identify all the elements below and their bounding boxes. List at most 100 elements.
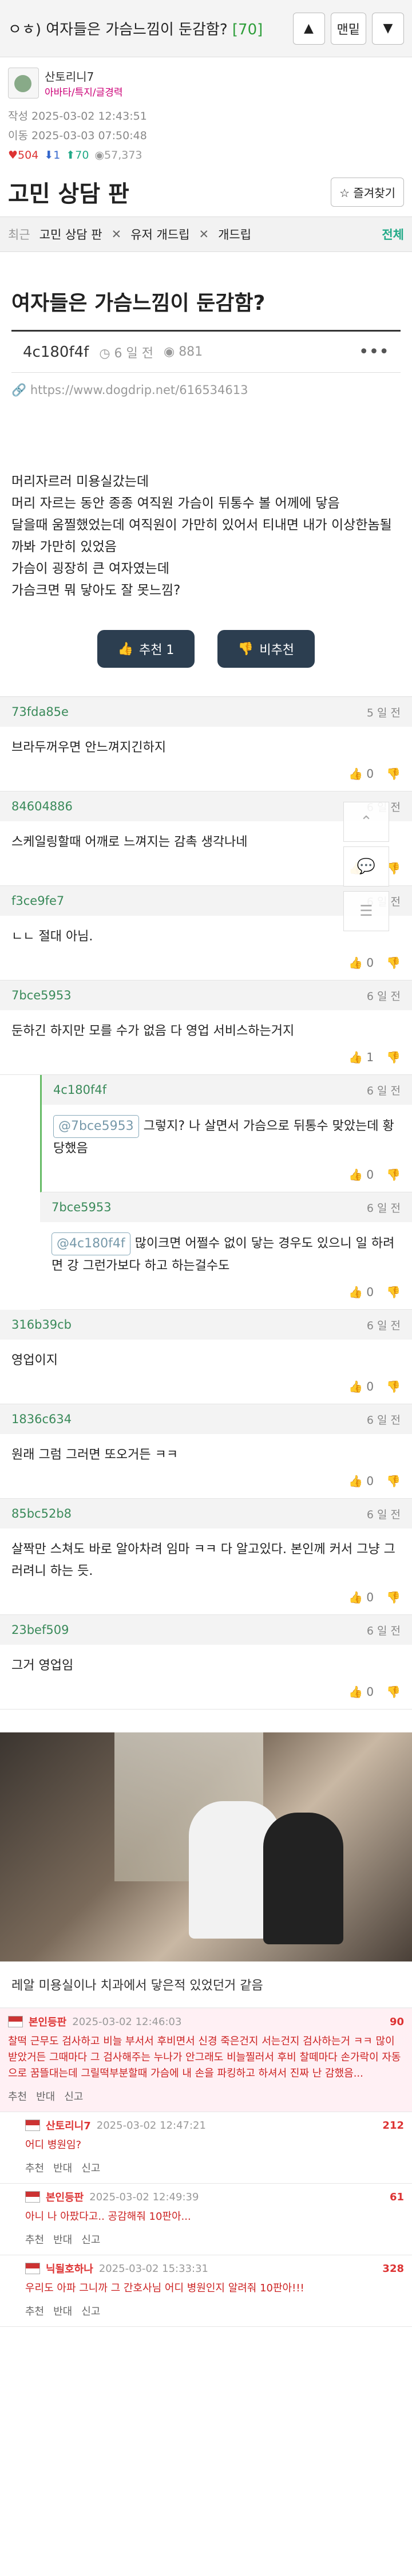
- comment-text: 그거 영업임: [11, 1659, 74, 1673]
- ext-down-button[interactable]: 반대: [53, 2303, 72, 2318]
- thumbs-down-icon[interactable]: 👎: [386, 1168, 401, 1181]
- ext-user[interactable]: 본인등판: [29, 2014, 66, 2029]
- post-time: ◷ 6 일 전: [99, 346, 153, 361]
- ext-report-button[interactable]: 신고: [81, 2160, 100, 2175]
- post-info: 4c180f4f ◷ 6 일 전 ◉ 881 •••: [11, 332, 401, 373]
- crumb-item[interactable]: 유저 개드립: [130, 226, 189, 243]
- comment-text: @7bce5953 그렇지? 나 살면서 가슴으로 뒤통수 맞았는데 황당했음: [42, 1105, 412, 1163]
- thumbs-down-icon: 👎: [237, 641, 254, 656]
- ext-down-button[interactable]: 반대: [36, 2089, 55, 2104]
- mention-tag[interactable]: @7bce5953: [53, 1115, 139, 1138]
- comment-date: 5 일 전: [366, 706, 401, 719]
- comment: 4c180f4f 6 일 전 @7bce5953 그렇지? 나 살면서 가슴으로 뒤통…: [40, 1075, 412, 1192]
- upvote-button[interactable]: 👍 추천 1: [97, 630, 195, 668]
- comment-upvote[interactable]: 👍 0: [348, 767, 374, 781]
- thumbs-down-icon[interactable]: 👎: [386, 1590, 401, 1604]
- author-name[interactable]: 산토리니7: [45, 68, 123, 84]
- bottom-button[interactable]: 맨밑: [330, 12, 366, 45]
- ext-actions: 추천 반대 신고: [25, 2301, 404, 2321]
- ext-comment-header: 닉될호하나 2025-03-02 15:33:31 328: [25, 2261, 404, 2276]
- comment-text: 원래 그럼 그러면 또오거든 ㅋㅋ: [11, 1448, 179, 1462]
- comment-upvote[interactable]: 👍 0: [348, 1590, 374, 1604]
- favorite-button[interactable]: ☆ 즐겨찾기: [331, 177, 404, 207]
- thumbs-down-icon[interactable]: 👎: [386, 1285, 401, 1299]
- crumb-item[interactable]: 고민 상담 판: [39, 226, 102, 243]
- comment-upvote[interactable]: 👍 0: [348, 1380, 374, 1393]
- comment-user[interactable]: 7bce5953: [52, 1200, 112, 1214]
- thumbs-down-icon[interactable]: 👎: [386, 1685, 401, 1699]
- downvote-button[interactable]: 👎 비추천: [217, 630, 315, 668]
- post-title: 여자들은 가슴느낌이 둔감함?: [11, 286, 401, 332]
- comment-header: 85bc52b8 6 일 전: [0, 1499, 412, 1529]
- crumb-item[interactable]: 개드립: [218, 226, 251, 243]
- ext-down-button[interactable]: 반대: [53, 2232, 72, 2247]
- comment-user[interactable]: 316b39cb: [11, 1318, 72, 1332]
- ext-text: 우리도 아파 그니까 그 간호사님 어디 병원인지 알려줘 10판아!!!: [25, 2282, 304, 2294]
- all-boards-link[interactable]: 전체: [382, 226, 404, 243]
- recent-boards: 최근 고민 상담 판 ✕ 유저 개드립 ✕ 개드립 전체: [0, 216, 412, 252]
- ext-up-button[interactable]: 추천: [25, 2160, 44, 2175]
- comment-upvote[interactable]: 👍 0: [348, 956, 374, 970]
- thumbs-down-icon[interactable]: 👎: [386, 956, 401, 970]
- close-icon[interactable]: ✕: [112, 227, 122, 241]
- ext-down-button[interactable]: 반대: [53, 2160, 72, 2175]
- comment-actions: 👍 0 👎: [0, 1375, 412, 1404]
- flag-icon: [8, 2016, 23, 2027]
- ext-text: 어디 병원임?: [25, 2139, 82, 2151]
- avatar[interactable]: [8, 68, 39, 99]
- ext-user[interactable]: 닉될호하나: [46, 2261, 93, 2276]
- list-icon[interactable]: ☰: [343, 891, 389, 931]
- comment-user[interactable]: 85bc52b8: [11, 1507, 72, 1521]
- body-line: 머리 자르는 동안 종종 여직원 가슴이 뒤통수 볼 어께에 닿음: [11, 496, 340, 511]
- comment-user[interactable]: 4c180f4f: [53, 1083, 106, 1097]
- ext-user[interactable]: 본인등판: [46, 2189, 84, 2204]
- board-title[interactable]: 고민 상담 판: [8, 175, 129, 208]
- comment: 73fda85e 5 일 전브라두꺼우면 안느껴지긴하지 👍 0 👎: [0, 697, 412, 791]
- ext-up-button[interactable]: 추천: [25, 2303, 44, 2318]
- ext-report-button[interactable]: 신고: [81, 2303, 100, 2318]
- comment-user[interactable]: 23bef509: [11, 1623, 69, 1637]
- comment-upvote[interactable]: 👍 0: [348, 1474, 374, 1488]
- body-line: 머리자르러 미용실갔는데: [11, 474, 149, 489]
- ext-user[interactable]: 산토리니7: [46, 2118, 91, 2133]
- comment-user[interactable]: f3ce9fe7: [11, 894, 64, 908]
- thumbs-up-icon: 👍: [348, 1050, 363, 1064]
- thumbs-down-icon[interactable]: 👎: [386, 1050, 401, 1064]
- close-icon[interactable]: ✕: [199, 227, 209, 241]
- comment-user[interactable]: 84604886: [11, 799, 73, 813]
- comment-date: 6 일 전: [366, 1508, 401, 1521]
- post-image[interactable]: [0, 1732, 412, 1961]
- post-stats: ♥504 ⬇1 ⬆70 ◉57,373: [8, 145, 404, 165]
- comment-user[interactable]: 73fda85e: [11, 705, 69, 719]
- comment-upvote[interactable]: 👍 0: [348, 1685, 374, 1699]
- scroll-down-button[interactable]: ▼: [372, 12, 404, 45]
- figure-shape: [263, 1813, 343, 1944]
- ext-up-button[interactable]: 추천: [8, 2089, 27, 2104]
- comment-upvote[interactable]: 👍 1: [348, 1050, 374, 1064]
- mention-tag[interactable]: @4c180f4f: [52, 1232, 130, 1255]
- ext-up-button[interactable]: 추천: [25, 2232, 44, 2247]
- more-icon[interactable]: •••: [359, 342, 389, 362]
- top-title: ㅇㅎ) 여자들은 가슴느낌이 둔감함? [70]: [8, 21, 263, 38]
- post-url[interactable]: 🔗 https://www.dogdrip.net/616534613: [11, 383, 401, 397]
- views-stat: ◉57,373: [94, 149, 142, 162]
- chevron-up-icon[interactable]: ⌃: [343, 802, 389, 842]
- thumbs-down-icon[interactable]: 👎: [386, 1474, 401, 1488]
- external-comment: 본인등판 2025-03-02 12:46:03 90 찰떡 근무도 검사하고 비늘 …: [0, 2008, 412, 2112]
- comment-user[interactable]: 1836c634: [11, 1412, 72, 1426]
- post-author-id[interactable]: 4c180f4f: [23, 344, 89, 361]
- comment-date: 6 일 전: [366, 1084, 401, 1097]
- comment-upvote[interactable]: 👍 0: [348, 1168, 374, 1181]
- thumbs-down-icon[interactable]: 👎: [386, 767, 401, 781]
- comment-user[interactable]: 7bce5953: [11, 988, 72, 1002]
- comment-icon[interactable]: 💬: [343, 846, 389, 887]
- comment-upvote[interactable]: 👍 0: [348, 1285, 374, 1299]
- scroll-up-button[interactable]: ▲: [292, 12, 325, 45]
- ext-score: 90: [389, 2015, 404, 2028]
- comment-text: 브라두꺼우면 안느껴지긴하지: [11, 740, 167, 755]
- thumbs-down-icon[interactable]: 👎: [386, 1380, 401, 1393]
- ext-report-button[interactable]: 신고: [81, 2232, 100, 2247]
- external-comment: 산토리니7 2025-03-02 12:47:21 212 어디 병원임? 추천 반대 신고: [0, 2112, 412, 2184]
- vote-buttons: 👍 추천 1 👎 비추천: [0, 613, 412, 697]
- ext-report-button[interactable]: 신고: [64, 2089, 83, 2104]
